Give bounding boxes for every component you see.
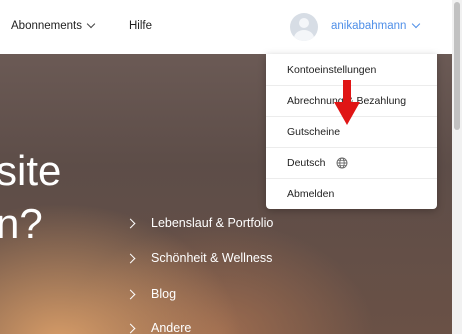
globe-icon (336, 157, 347, 169)
hero-headline-line2: n? (0, 200, 43, 247)
category-link-wellness[interactable]: Schönheit & Wellness (125, 251, 272, 265)
language-label: Deutsch (287, 157, 326, 169)
menu-item-language[interactable]: Deutsch (266, 147, 437, 178)
category-label: Lebenslauf & Portfolio (151, 216, 274, 230)
chevron-down-icon (412, 19, 421, 29)
user-avatar-icon[interactable] (290, 13, 318, 41)
help-link[interactable]: Hilfe (129, 20, 152, 32)
category-link-other[interactable]: Andere (125, 321, 191, 334)
category-link-blog[interactable]: Blog (125, 287, 176, 301)
subscriptions-menu[interactable]: Abonnements (11, 19, 96, 32)
chevron-right-icon (125, 253, 136, 263)
username-label: anikabahmann (331, 20, 407, 32)
menu-item-logout[interactable]: Abmelden (266, 178, 437, 209)
chevron-right-icon (125, 218, 136, 228)
chevron-down-icon (86, 19, 96, 29)
category-label: Blog (151, 287, 177, 301)
chevron-right-icon (125, 289, 136, 299)
top-navigation-bar: Abonnements Hilfe anikabahmann (0, 0, 452, 54)
user-menu-toggle[interactable]: anikabahmann (331, 19, 421, 32)
scrollbar-thumb[interactable] (454, 2, 460, 130)
red-arrow-down-icon (334, 80, 360, 125)
chevron-right-icon (125, 323, 136, 333)
hero-headline-line1: site (0, 147, 62, 194)
category-label: Schönheit & Wellness (151, 251, 273, 265)
user-dropdown-menu: Kontoeinstellungen Abrechnung & Bezahlun… (266, 54, 437, 209)
subscriptions-label: Abonnements (11, 20, 82, 32)
category-label: Andere (151, 321, 192, 334)
category-link-portfolio[interactable]: Lebenslauf & Portfolio (125, 216, 273, 230)
